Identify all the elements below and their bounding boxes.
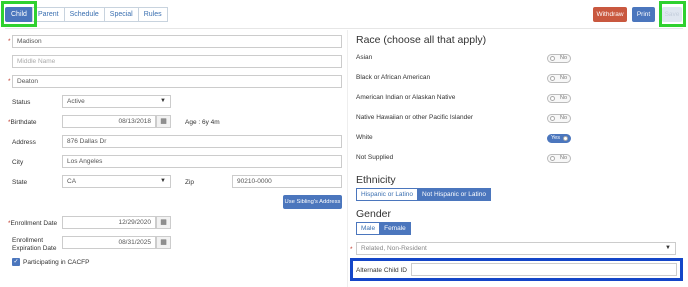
print-button[interactable]: Print xyxy=(632,7,655,22)
enrollment-date-label: *Enrollment Date xyxy=(8,219,57,228)
toggle-knob xyxy=(563,136,568,141)
tab-rules[interactable]: Rules xyxy=(137,7,168,22)
chevron-down-icon: ▼ xyxy=(160,178,166,184)
zip-label: Zip xyxy=(185,179,195,186)
tab-schedule[interactable]: Schedule xyxy=(63,7,105,22)
status-label: Status xyxy=(12,99,31,106)
race-label-not-supplied: Not Supplied xyxy=(356,154,394,161)
calendar-icon[interactable]: ▦ xyxy=(156,115,171,128)
state-label: State xyxy=(12,179,28,186)
birthdate-label: *Birthdate xyxy=(8,118,37,127)
required-marker: * xyxy=(350,246,353,253)
cacfp-label: Participating in CACFP xyxy=(23,259,90,266)
calendar-icon[interactable]: ▦ xyxy=(156,216,171,229)
toggle-state: No xyxy=(559,55,567,61)
birthdate-field[interactable]: 08/13/2018 xyxy=(62,115,156,128)
state-select[interactable]: CA ▼ xyxy=(62,175,171,188)
child-profile-page: Child Parent Schedule Special Rules With… xyxy=(0,0,688,287)
toggle-knob xyxy=(550,96,555,101)
required-marker: * xyxy=(8,78,11,85)
gender-option-male[interactable]: Male xyxy=(356,222,381,235)
first-name-field[interactable]: Madison xyxy=(12,35,342,48)
toggle-knob xyxy=(550,56,555,61)
age-text: Age : 6y 4m xyxy=(185,119,220,126)
race-toggle-asian[interactable]: No xyxy=(547,54,571,63)
ethnicity-title: Ethnicity xyxy=(356,174,396,186)
expiration-date-field[interactable]: 08/31/2025 xyxy=(62,236,156,249)
race-toggle-black[interactable]: No xyxy=(547,74,571,83)
city-label: City xyxy=(12,159,24,166)
alternate-child-id-field[interactable] xyxy=(411,263,677,276)
birthdate-label-text: Birthdate xyxy=(10,119,37,126)
toggle-state: No xyxy=(559,75,567,81)
race-toggle-white[interactable]: Yes xyxy=(547,134,571,143)
toggle-state: Yes xyxy=(551,135,560,141)
child-tab-highlight xyxy=(1,1,37,27)
middle-name-field[interactable]: Middle Name xyxy=(12,55,342,68)
race-label-black: Black or African American xyxy=(356,74,431,81)
cacfp-checkbox[interactable]: ✓ xyxy=(12,258,20,266)
gender-option-female[interactable]: Female xyxy=(379,222,411,235)
status-select[interactable]: Active ▼ xyxy=(62,95,171,108)
tab-special[interactable]: Special xyxy=(103,7,139,22)
alternate-child-id-label: Alternate Child ID xyxy=(356,267,407,274)
ethnicity-option-hispanic[interactable]: Hispanic or Latino xyxy=(356,188,419,201)
city-field[interactable]: Los Angeles xyxy=(62,155,342,168)
use-siblings-address-button[interactable]: Use Sibling's Address xyxy=(283,195,342,209)
gender-title: Gender xyxy=(356,208,392,220)
relation-select[interactable]: Related, Non-Resident ▼ xyxy=(356,242,676,255)
race-label-white: White xyxy=(356,134,373,141)
race-title: Race (choose all that apply) xyxy=(356,34,487,46)
address-field[interactable]: 876 Dallas Dr xyxy=(62,135,342,148)
status-value: Active xyxy=(67,98,85,105)
toggle-knob xyxy=(550,76,555,81)
toggle-state: No xyxy=(559,115,567,121)
toggle-state: No xyxy=(559,95,567,101)
address-label: Address xyxy=(12,139,36,146)
ethnicity-option-not-hispanic[interactable]: Not Hispanic or Latino xyxy=(417,188,491,201)
column-divider xyxy=(347,30,348,287)
state-value: CA xyxy=(67,178,77,185)
race-toggle-native-hawaiian[interactable]: No xyxy=(547,114,571,123)
enrollment-date-field[interactable]: 12/29/2020 xyxy=(62,216,156,229)
last-name-field[interactable]: Deaton xyxy=(12,75,342,88)
gender-selector: Male Female xyxy=(356,222,411,235)
zip-field[interactable]: 90210-0000 xyxy=(232,175,342,188)
chevron-down-icon: ▼ xyxy=(665,245,671,251)
required-marker: * xyxy=(8,38,11,45)
relation-value: Related, Non-Resident xyxy=(361,245,427,252)
race-label-native-hawaiian: Native Hawaiian or other Pacific Islande… xyxy=(356,114,474,121)
toggle-knob xyxy=(550,156,555,161)
toggle-state: No xyxy=(559,155,567,161)
race-toggle-not-supplied[interactable]: No xyxy=(547,154,571,163)
race-label-american-indian: American Indian or Alaskan Native xyxy=(356,94,456,101)
race-toggle-american-indian[interactable]: No xyxy=(547,94,571,103)
ethnicity-selector: Hispanic or Latino Not Hispanic or Latin… xyxy=(356,188,491,201)
race-label-asian: Asian xyxy=(356,54,373,61)
enrollment-date-label-text: Enrollment Date xyxy=(10,220,58,227)
withdraw-button[interactable]: Withdraw xyxy=(593,7,627,22)
chevron-down-icon: ▼ xyxy=(160,98,166,104)
header-divider xyxy=(5,28,683,29)
expiration-label-line2: Expiration Date xyxy=(12,245,57,252)
save-button-highlight xyxy=(659,1,686,27)
toggle-knob xyxy=(550,116,555,121)
calendar-icon[interactable]: ▦ xyxy=(156,236,171,249)
